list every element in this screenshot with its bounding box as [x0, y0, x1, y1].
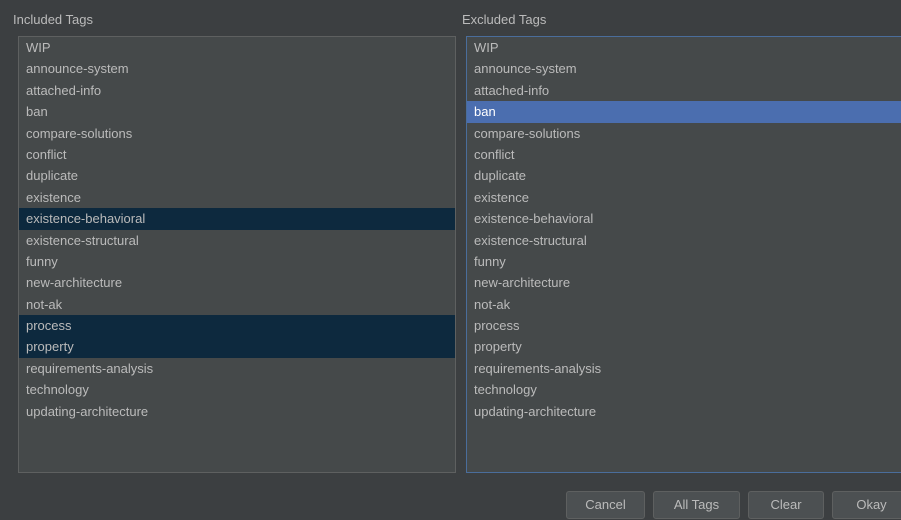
included-tag-item[interactable]: updating-architecture: [19, 401, 455, 422]
included-tag-item[interactable]: not-ak: [19, 294, 455, 315]
included-tag-item[interactable]: WIP: [19, 37, 455, 58]
included-tag-item[interactable]: process: [19, 315, 455, 337]
included-tag-item[interactable]: conflict: [19, 144, 455, 165]
included-tags-list[interactable]: WIP announce-system attached-info ban compar…: [18, 36, 456, 473]
excluded-tag-item[interactable]: duplicate: [467, 165, 901, 186]
excluded-tags-list[interactable]: WIP announce-system attached-info ban compar…: [466, 36, 901, 473]
included-tag-item[interactable]: duplicate: [19, 165, 455, 186]
excluded-tag-item[interactable]: technology: [467, 379, 901, 400]
excluded-tag-item[interactable]: existence-structural: [467, 230, 901, 251]
cancel-button[interactable]: Cancel: [566, 491, 645, 519]
excluded-tag-item[interactable]: existence: [467, 187, 901, 208]
included-tag-item[interactable]: technology: [19, 379, 455, 400]
included-tag-item[interactable]: attached-info: [19, 80, 455, 101]
excluded-tag-item[interactable]: new-architecture: [467, 272, 901, 293]
all-tags-button[interactable]: All Tags: [653, 491, 740, 519]
included-tag-item[interactable]: announce-system: [19, 58, 455, 79]
excluded-tag-item[interactable]: requirements-analysis: [467, 358, 901, 379]
included-tags-label: Included Tags: [13, 12, 93, 27]
excluded-tag-item[interactable]: conflict: [467, 144, 901, 165]
included-tag-item[interactable]: existence: [19, 187, 455, 208]
included-tag-item[interactable]: requirements-analysis: [19, 358, 455, 379]
included-tag-item[interactable]: funny: [19, 251, 455, 272]
okay-button[interactable]: Okay: [832, 491, 901, 519]
excluded-tag-item[interactable]: updating-architecture: [467, 401, 901, 422]
excluded-tag-item[interactable]: existence-behavioral: [467, 208, 901, 229]
excluded-tag-item[interactable]: attached-info: [467, 80, 901, 101]
included-tag-item[interactable]: existence-behavioral: [19, 208, 455, 230]
excluded-tag-item[interactable]: funny: [467, 251, 901, 272]
included-tag-item[interactable]: compare-solutions: [19, 123, 455, 144]
included-tag-item[interactable]: ban: [19, 101, 455, 122]
included-tag-item[interactable]: existence-structural: [19, 230, 455, 251]
excluded-tags-label: Excluded Tags: [462, 12, 547, 27]
excluded-tag-item[interactable]: property: [467, 336, 901, 357]
excluded-tag-item[interactable]: WIP: [467, 37, 901, 58]
excluded-tag-item[interactable]: announce-system: [467, 58, 901, 79]
included-tag-item[interactable]: property: [19, 336, 455, 358]
excluded-tag-item[interactable]: ban: [467, 101, 901, 123]
included-tag-item[interactable]: new-architecture: [19, 272, 455, 293]
excluded-tag-item[interactable]: compare-solutions: [467, 123, 901, 144]
clear-button[interactable]: Clear: [748, 491, 824, 519]
excluded-tag-item[interactable]: process: [467, 315, 901, 336]
excluded-tag-item[interactable]: not-ak: [467, 294, 901, 315]
